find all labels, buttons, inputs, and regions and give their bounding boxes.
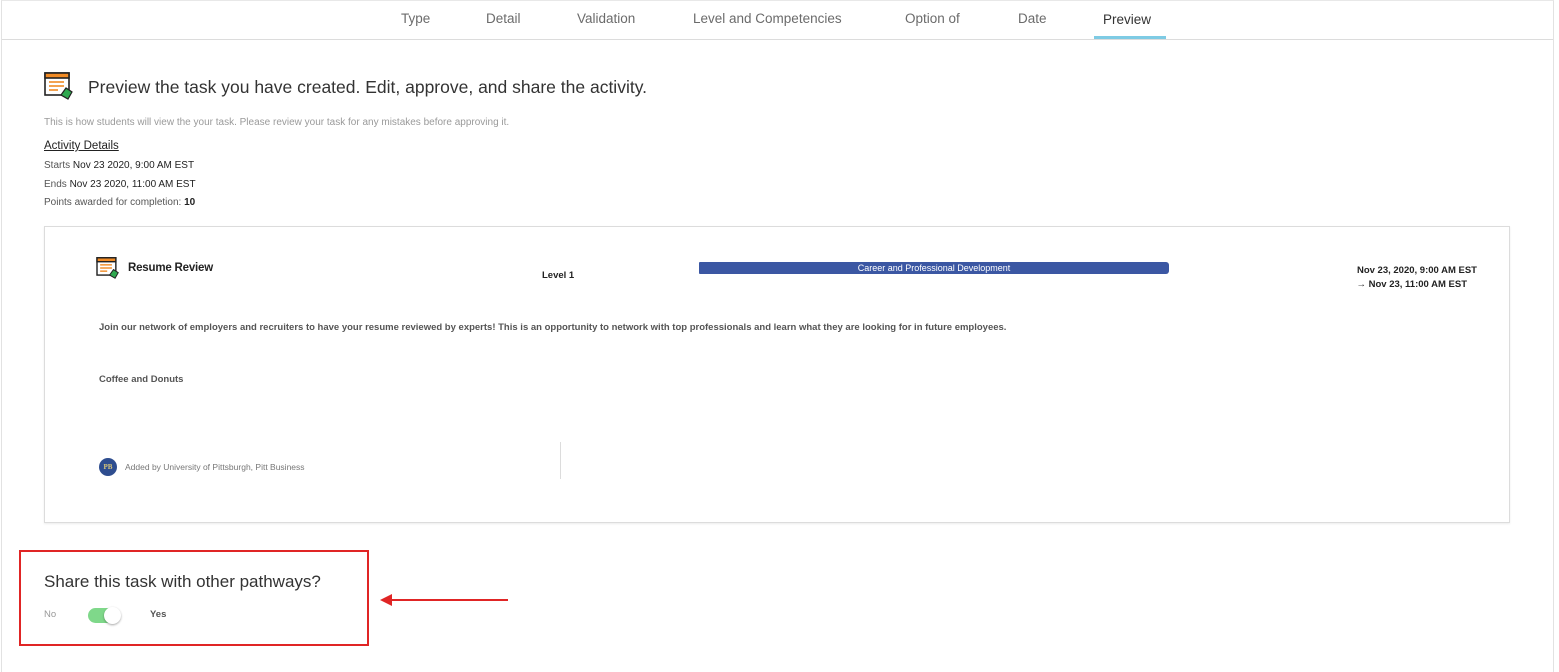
task-list-icon <box>44 72 73 100</box>
tab-date[interactable]: Date <box>1018 11 1047 26</box>
task-title: Resume Review <box>128 262 213 274</box>
tab-type[interactable]: Type <box>401 11 430 26</box>
added-by-text: Added by University of Pittsburgh, Pitt … <box>125 462 305 472</box>
points-value: 10 <box>184 197 196 208</box>
tab-level-and-competencies[interactable]: Level and Competencies <box>693 11 842 26</box>
tab-validation[interactable]: Validation <box>577 11 635 26</box>
ends-line: Ends Nov 23 2020, 11:00 AM EST <box>44 179 196 190</box>
task-description: Join our network of employers and recrui… <box>99 322 1007 333</box>
toggle-knob <box>104 607 121 624</box>
arrow-right-icon: → <box>1356 279 1366 290</box>
organization-avatar: PB <box>99 458 117 476</box>
activity-details-link[interactable]: Activity Details <box>44 140 119 152</box>
toggle-no-label: No <box>44 609 57 620</box>
tab-option-of[interactable]: Option of <box>905 11 960 26</box>
share-title: Share this task with other pathways? <box>44 572 321 591</box>
task-end-date: Nov 23, 11:00 AM EST <box>1368 279 1467 290</box>
ends-label: Ends <box>44 179 67 190</box>
task-extra-info: Coffee and Donuts <box>99 374 184 385</box>
step-tab-bar: Type Detail Validation Level and Compete… <box>2 0 1553 40</box>
task-list-icon <box>96 257 119 279</box>
share-highlight-box <box>19 550 369 646</box>
tab-detail[interactable]: Detail <box>486 11 521 26</box>
competency-banner: Career and Professional Development <box>699 262 1169 274</box>
page-subtitle: This is how students will view the your … <box>44 117 510 128</box>
toggle-yes-label: Yes <box>150 609 167 620</box>
tab-preview[interactable]: Preview <box>1103 12 1151 27</box>
points-line: Points awarded for completion: 10 <box>44 197 195 208</box>
ends-value: Nov 23 2020, 11:00 AM EST <box>69 179 196 190</box>
task-start-date: Nov 23, 2020, 9:00 AM EST <box>1356 265 1477 276</box>
starts-value: Nov 23 2020, 9:00 AM EST <box>72 160 195 171</box>
share-toggle[interactable] <box>88 607 122 624</box>
starts-line: Starts Nov 23 2020, 9:00 AM EST <box>44 160 194 171</box>
points-label: Points awarded for completion: <box>44 197 182 208</box>
card-divider <box>560 442 561 479</box>
page-title: Preview the task you have created. Edit,… <box>88 77 648 97</box>
task-level: Level 1 <box>542 270 575 281</box>
starts-label: Starts <box>44 160 71 171</box>
active-tab-indicator <box>1094 36 1166 39</box>
annotation-arrow-icon <box>380 594 508 606</box>
task-preview-card[interactable]: Resume Review Level 1 Career and Profess… <box>44 226 1510 523</box>
task-end-date-row: → Nov 23, 11:00 AM EST <box>1356 279 1467 290</box>
